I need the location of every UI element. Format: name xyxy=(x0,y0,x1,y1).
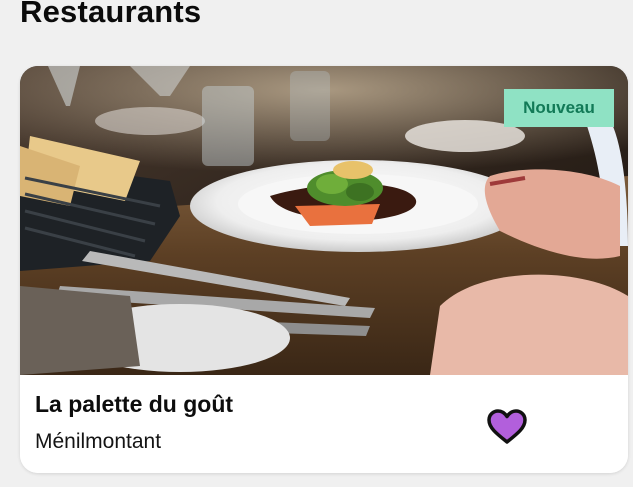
restaurant-name: La palette du goût xyxy=(35,391,234,417)
favorite-button[interactable] xyxy=(484,406,530,448)
restaurant-info: La palette du goût Ménilmontant xyxy=(20,375,628,473)
restaurant-photo: Nouveau xyxy=(20,66,628,375)
restaurant-card[interactable]: Nouveau La palette du goût Ménilmontant xyxy=(20,66,628,473)
new-badge: Nouveau xyxy=(504,89,614,127)
heart-icon xyxy=(487,409,527,444)
section-title: Restaurants xyxy=(20,0,202,29)
restaurant-location: Ménilmontant xyxy=(35,430,162,453)
